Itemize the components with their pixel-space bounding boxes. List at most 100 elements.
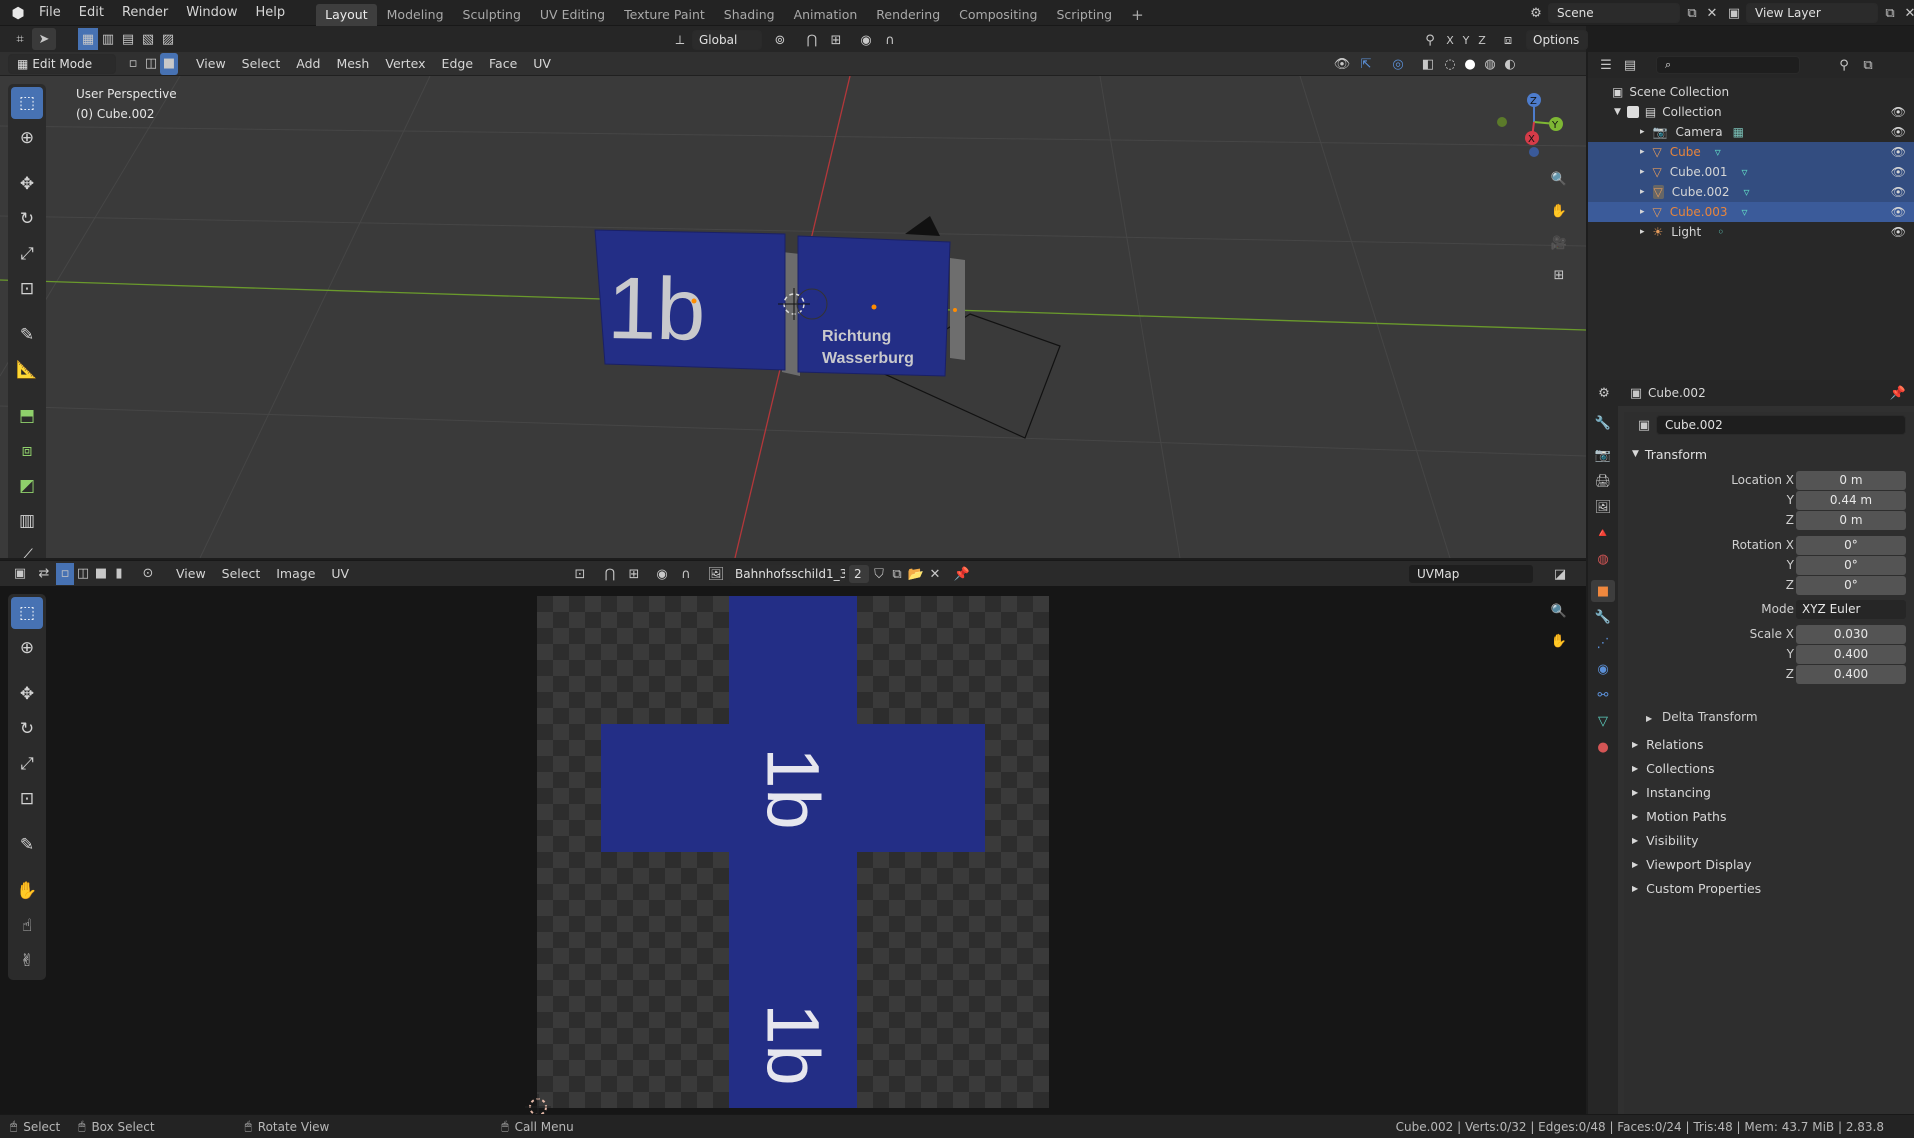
orientation-dropdown[interactable]: Global [692,30,762,50]
rotate-tool[interactable]: ↻ [11,203,43,235]
expand-arrow-icon[interactable]: ▼ [1614,107,1621,117]
collection-checkbox[interactable] [1626,106,1639,118]
data-tab-icon[interactable]: ▽ [1591,710,1615,732]
scale-y-field[interactable]: 0.400 [1796,645,1906,664]
visibility-eye-icon[interactable]: 👁 [1891,125,1906,139]
vertex-select-icon[interactable]: ▫ [124,53,142,75]
cursor-tool[interactable]: ⊕ [11,122,43,154]
transform-panel-header[interactable]: ▼ Transform [1624,442,1914,466]
expand-arrow-icon[interactable]: ▸ [1640,187,1645,197]
outliner-item-cube-001[interactable]: ▸ ▽ Cube.001 ▿ 👁 [1588,162,1914,182]
menu-edit[interactable]: Edit [70,0,113,26]
fake-user-shield-icon[interactable]: ⛉ [870,563,888,585]
world-tab-icon[interactable]: ◍ [1591,548,1615,570]
pan-hand-icon[interactable]: ✋ [1546,198,1572,224]
outliner-filter-icon[interactable]: ⚲ [1832,54,1856,76]
location-x-field[interactable]: 0 m [1796,471,1906,490]
select-new-icon[interactable]: ▦ [78,28,98,50]
wireframe-shading-icon[interactable]: ◌ [1440,53,1460,75]
tab-sculpting[interactable]: Sculpting [454,4,530,26]
snap-icon[interactable]: ⋂ [800,29,824,51]
mode-dropdown[interactable]: ▦ Edit Mode [8,53,116,74]
visibility-eye-icon[interactable]: 👁 [1891,165,1906,179]
rendered-shading-icon[interactable]: ◐ [1500,53,1520,75]
uv-display-icon[interactable]: ◪ [1548,563,1572,585]
uv-snap-target-icon[interactable]: ⊞ [622,563,646,585]
motion-paths-panel[interactable]: ▶ Motion Paths [1632,804,1912,828]
overlay-toggle-icon[interactable]: ◎ [1386,53,1410,75]
move-tool[interactable]: ✥ [11,168,43,200]
outliner-item-cube-003[interactable]: ▸ ▽ Cube.003 ▿ 👁 [1588,202,1914,222]
uv-falloff-icon[interactable]: ∩ [674,563,698,585]
ortho-grid-icon[interactable]: ⊞ [1546,262,1572,288]
relations-panel[interactable]: ▶ Relations [1632,732,1912,756]
expand-arrow-icon[interactable]: ▸ [1640,127,1645,137]
rotation-z-field[interactable]: 0° [1796,576,1906,595]
object-browse-icon[interactable]: ▣ [1632,414,1656,436]
new-view-layer-icon[interactable]: ⧉ [1878,2,1902,24]
add-workspace-icon[interactable]: + [1122,4,1153,26]
tab-uv-editing[interactable]: UV Editing [531,4,614,26]
select-intersect-icon[interactable]: ▨ [158,28,178,50]
scale-x-field[interactable]: 0.030 [1796,625,1906,644]
output-tab-icon[interactable]: 🖨 [1591,470,1615,492]
new-collection-icon[interactable]: ⧉ [1856,54,1880,76]
custom-properties-panel[interactable]: ▶ Custom Properties [1632,876,1912,900]
transform-tool[interactable]: ⊡ [11,273,43,305]
expand-arrow-icon[interactable]: ▸ [1640,167,1645,177]
tab-compositing[interactable]: Compositing [950,4,1046,26]
uv-island-mode-icon[interactable]: ▮ [110,563,128,585]
view-layer-icon[interactable]: ▣ [1722,2,1746,24]
rotation-y-field[interactable]: 0° [1796,556,1906,575]
view-layer-tab-icon[interactable]: 🖼 [1591,496,1615,518]
particles-tab-icon[interactable]: ⋰ [1591,632,1615,654]
select-box-tool[interactable]: ⬚ [11,87,43,119]
properties-editor-type-icon[interactable]: ⚙ [1592,382,1616,404]
tab-layout[interactable]: Layout [316,3,377,26]
editor-type-icon[interactable]: ⌗ [8,28,32,50]
visibility-eye-icon[interactable]: 👁 [1891,225,1906,239]
uv-rotate-tool[interactable]: ↻ [11,713,43,745]
visibility-icon[interactable]: 👁 [1330,53,1354,75]
visibility-eye-icon[interactable]: 👁 [1891,145,1906,159]
viewport-display-panel[interactable]: ▶ Viewport Display [1632,852,1912,876]
annotate-tool[interactable]: ✎ [11,319,43,351]
uv-move-tool[interactable]: ✥ [11,678,43,710]
material-tab-icon[interactable]: ● [1591,736,1615,758]
uv-select-box-tool[interactable]: ⬚ [11,597,43,629]
menu-edge[interactable]: Edge [434,52,481,76]
measure-tool[interactable]: 📐 [11,354,43,386]
menu-window[interactable]: Window [177,0,246,26]
proportional-edit-icon[interactable]: ◉ [854,29,878,51]
location-y-field[interactable]: 0.44 m [1796,491,1906,510]
image-name-field[interactable]: Bahnhofsschild1_3_... [728,564,846,584]
menu-file[interactable]: File [30,0,70,26]
navigation-gizmo[interactable]: Z Y X [1490,86,1570,166]
tab-texture-paint[interactable]: Texture Paint [615,4,714,26]
snap-target-icon[interactable]: ⊞ [824,29,848,51]
open-image-folder-icon[interactable]: 📂 [906,563,926,585]
select-extend-icon[interactable]: ▥ [98,28,118,50]
solid-shading-icon[interactable]: ● [1460,53,1480,75]
pivot-icon[interactable]: ⊚ [768,29,792,51]
tool-tab-icon[interactable]: 🔧 [1591,412,1615,434]
visibility-eye-icon[interactable]: 👁 [1891,105,1906,119]
options-dropdown[interactable]: Options [1526,30,1588,50]
delta-transform-subpanel[interactable]: ▶ Delta Transform [1646,710,1758,724]
menu-mesh[interactable]: Mesh [328,52,377,76]
outliner-collection[interactable]: ▼ ▤ Collection 👁 [1588,102,1914,122]
outliner-search-input[interactable]: ⌕ [1656,56,1800,74]
uv-grab-tool[interactable]: ✋ [11,875,43,907]
bevel-tool[interactable]: ◩ [11,470,43,502]
scale-z-field[interactable]: 0.400 [1796,665,1906,684]
rotation-mode-dropdown[interactable]: XYZ Euler [1796,600,1906,619]
view-layer-field[interactable]: View Layer [1746,3,1878,23]
uv-pan-hand-icon[interactable]: ✋ [1546,628,1572,654]
expand-arrow-icon[interactable]: ▸ [1640,147,1645,157]
pin-icon[interactable]: 📌 [1886,382,1910,404]
knife-tool[interactable]: ⟋ [11,540,43,558]
viewport-3d[interactable]: 1b Richtung Wasserburg User Perspective … [0,76,1586,558]
scene-tab-icon[interactable]: 🔺 [1591,522,1615,544]
uv-editor-canvas[interactable]: 1b 1b ⬚ ⊕ ✥ ↻ ⤢ ⊡ ✎ ✋ ☝ ✌ 🔍 ✋ [0,586,1586,1114]
menu-uv[interactable]: UV [525,52,559,76]
